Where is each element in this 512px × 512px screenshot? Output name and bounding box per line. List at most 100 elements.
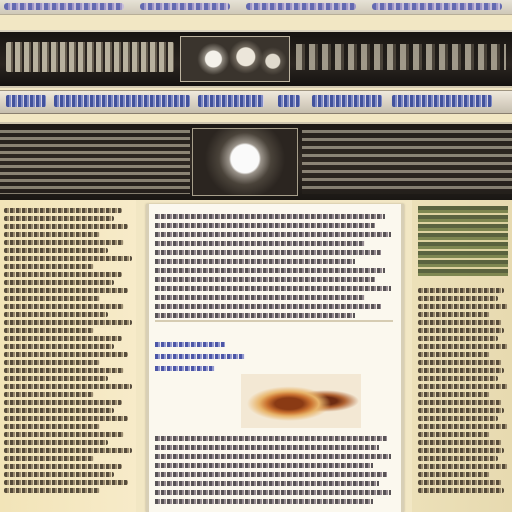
article-text-line — [155, 268, 385, 273]
sidebar-text-line — [4, 472, 114, 477]
sidebar-text-line — [418, 392, 490, 397]
nav-item[interactable] — [278, 95, 300, 107]
sidebar-text-line — [418, 400, 502, 405]
article-text-line — [155, 241, 365, 246]
article-text-line — [155, 259, 355, 264]
sidebar-text-line — [4, 264, 94, 269]
sidebar-text-line — [418, 408, 504, 413]
nav-item[interactable] — [6, 95, 46, 107]
browser-tab-text[interactable] — [140, 3, 230, 10]
section-header — [0, 122, 512, 200]
article-text-line — [155, 304, 381, 309]
sidebar-text-line — [418, 304, 508, 309]
sidebar-text-line — [4, 480, 128, 485]
sidebar-text-line — [4, 360, 100, 365]
sidebar-text-line — [418, 432, 490, 437]
sidebar-text-line — [418, 488, 504, 493]
sidebar-text-line — [418, 288, 504, 293]
article-text-line — [155, 223, 375, 228]
article-link-line — [155, 354, 245, 359]
sidebar-text-line — [418, 352, 490, 357]
article-text-line — [155, 286, 391, 291]
sidebar-text-line — [418, 424, 508, 429]
sidebar-text-line — [4, 248, 108, 253]
sidebar-text-line — [4, 328, 94, 333]
nav-item[interactable] — [198, 95, 264, 107]
site-logo[interactable] — [6, 42, 174, 72]
sidebar-text-line — [418, 440, 502, 445]
emblem-icon — [180, 36, 290, 82]
sidebar-text-line — [4, 216, 114, 221]
sidebar-text-line — [418, 296, 498, 301]
browser-toolbar — [0, 0, 512, 15]
browser-address-text[interactable] — [372, 3, 502, 10]
sidebar-text-line — [418, 320, 502, 325]
right-sidebar — [412, 200, 512, 512]
article-photo — [241, 374, 361, 428]
sidebar-text-line — [4, 432, 124, 437]
sidebar-text-line — [4, 320, 132, 325]
sidebar-text-line — [4, 376, 108, 381]
sidebar-text-line — [4, 256, 132, 261]
article-text-line — [155, 250, 381, 255]
sidebar-text-line — [4, 368, 124, 373]
sidebar-text-line — [418, 472, 490, 477]
sidebar-text-line — [418, 456, 498, 461]
nav-item[interactable] — [392, 95, 492, 107]
top-navigation — [0, 90, 512, 114]
sidebar-text-line — [4, 352, 128, 357]
sidebar-text-line — [4, 336, 122, 341]
sidebar-text-line — [418, 336, 498, 341]
left-sidebar — [0, 200, 136, 512]
sidebar-text-line — [418, 360, 502, 365]
sidebar-text-line — [4, 384, 132, 389]
sidebar-text-line — [418, 376, 498, 381]
nav-item[interactable] — [54, 95, 190, 107]
sidebar-text-line — [418, 448, 504, 453]
nav-item[interactable] — [312, 95, 382, 107]
sidebar-text-line — [418, 480, 502, 485]
article-text-line — [155, 481, 379, 486]
sidebar-text-line — [418, 344, 508, 349]
article-text-line — [155, 277, 375, 282]
article-text-line — [155, 472, 387, 477]
sidebar-text-line — [4, 232, 100, 237]
sidebar-text-line — [418, 464, 508, 469]
sidebar-text-line — [418, 384, 508, 389]
sidebar-text-line — [4, 344, 114, 349]
article-text-line — [155, 490, 391, 495]
article-link-line — [155, 342, 225, 347]
article-text-line — [155, 499, 373, 504]
sidebar-text-line — [418, 416, 498, 421]
sidebar-ad[interactable] — [418, 206, 508, 276]
article-text-line — [155, 445, 379, 450]
sidebar-text-line — [4, 448, 132, 453]
sidebar-text-line — [4, 456, 94, 461]
article-text-line — [155, 463, 373, 468]
browser-tab-text[interactable] — [246, 3, 356, 10]
article-text-line — [155, 454, 391, 459]
article-text-line — [155, 295, 365, 300]
sidebar-text-line — [4, 408, 114, 413]
sidebar-text-line — [4, 224, 128, 229]
sidebar-text-line — [4, 296, 100, 301]
section-menu-left[interactable] — [0, 130, 190, 194]
crest-icon — [192, 128, 298, 196]
sidebar-text-line — [418, 368, 504, 373]
sidebar-text-line — [4, 440, 108, 445]
article-link-line — [155, 366, 215, 371]
sidebar-text-line — [4, 488, 100, 493]
header-links[interactable] — [296, 44, 506, 70]
section-menu-right[interactable] — [302, 130, 512, 194]
browser-tab-text[interactable] — [4, 3, 124, 10]
sidebar-text-line — [4, 424, 100, 429]
sidebar-text-line — [4, 280, 114, 285]
sidebar-text-line — [4, 272, 122, 277]
sidebar-text-line — [418, 328, 504, 333]
sidebar-text-line — [418, 312, 490, 317]
article-text-line — [155, 232, 391, 237]
article-panel — [146, 204, 404, 512]
sidebar-text-line — [4, 288, 128, 293]
sidebar-text-line — [4, 392, 94, 397]
article-text-line — [155, 436, 387, 441]
